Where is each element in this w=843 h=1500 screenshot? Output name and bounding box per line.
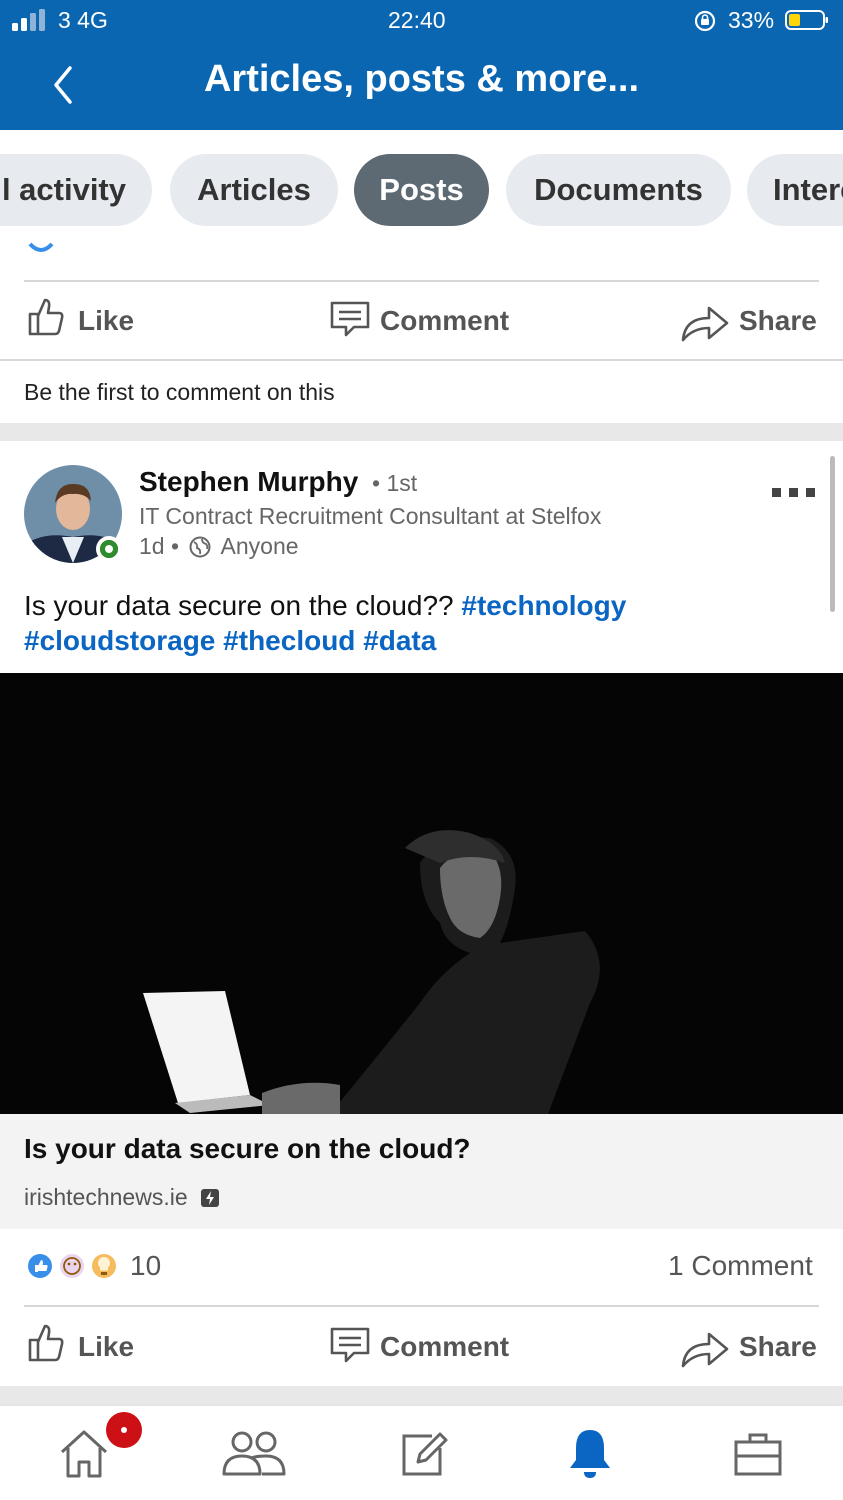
author-headline: IT Contract Recruitment Consultant at St…: [139, 503, 602, 529]
filter-tabs: All activity Articles Posts Documents In…: [0, 130, 843, 240]
like-label: Like: [78, 305, 135, 336]
connection-degree: • 1st: [372, 470, 418, 496]
post-meta: 1d • Anyone: [139, 533, 299, 560]
share-icon: [681, 1332, 729, 1368]
rotation-lock-icon: [694, 10, 716, 32]
hashtag-link[interactable]: #cloudstorage: [24, 625, 215, 656]
share-button[interactable]: Share: [680, 1318, 820, 1376]
my-network-icon[interactable]: [222, 1426, 286, 1482]
post-visibility: Anyone: [220, 533, 299, 559]
share-label: Share: [739, 1331, 817, 1362]
post-separator: [0, 1386, 843, 1404]
article-photo: [0, 673, 843, 1114]
divider: [0, 359, 843, 361]
reaction-count[interactable]: 10: [130, 1250, 161, 1282]
share-label: Share: [739, 305, 817, 336]
reaction-icon-partial: [28, 242, 54, 252]
link-domain-text: irishtechnews.ie: [24, 1184, 188, 1210]
reactions-icons[interactable]: [24, 1250, 124, 1282]
comment-count[interactable]: 1 Comment: [668, 1250, 813, 1282]
hashtag-link[interactable]: #thecloud: [223, 625, 355, 656]
thumbs-up-icon: [28, 1324, 64, 1362]
post-text: Is your data secure on the cloud?? #tech…: [24, 588, 814, 658]
tab-label: Interests: [773, 172, 843, 207]
post-age: 1d •: [139, 533, 180, 559]
more-options-icon[interactable]: [770, 486, 818, 498]
tab-interests[interactable]: Interests: [747, 154, 843, 226]
tab-documents[interactable]: Documents: [506, 154, 731, 226]
tab-posts[interactable]: Posts: [354, 154, 489, 226]
post-separator: [0, 423, 843, 441]
app-header: 3 4G 22:40 33% Articles, posts & more...: [0, 0, 843, 130]
tab-all-activity[interactable]: All activity: [0, 154, 152, 226]
like-button[interactable]: Like: [24, 292, 154, 350]
notification-badge: [106, 1412, 142, 1448]
link-title[interactable]: Is your data secure on the cloud?: [24, 1133, 471, 1165]
divider: [24, 1305, 819, 1307]
clock: 22:40: [388, 7, 446, 33]
comment-button[interactable]: Comment: [328, 292, 518, 350]
scrollbar[interactable]: [830, 456, 835, 612]
status-bar: 3 4G 22:40 33%: [0, 0, 843, 40]
comment-icon: [330, 301, 370, 337]
hashtag-link[interactable]: #technology: [461, 590, 626, 621]
online-status-indicator: [96, 536, 122, 562]
comment-label: Comment: [380, 1331, 510, 1362]
share-button[interactable]: Share: [680, 292, 820, 350]
comment-label: Comment: [380, 305, 510, 336]
tab-label: All activity: [0, 172, 126, 207]
comment-icon: [330, 1327, 370, 1363]
notifications-icon[interactable]: [562, 1426, 618, 1482]
like-label: Like: [78, 1331, 135, 1362]
tab-articles[interactable]: Articles: [170, 154, 338, 226]
amp-lightning-icon: [201, 1189, 220, 1207]
home-icon[interactable]: [56, 1426, 112, 1482]
signal-icon: [12, 9, 45, 31]
carrier-label: 3 4G: [58, 7, 108, 33]
jobs-icon[interactable]: [730, 1426, 786, 1482]
hashtag-link[interactable]: #data: [363, 625, 436, 656]
link-preview-card[interactable]: [0, 1114, 843, 1229]
article-image[interactable]: [0, 673, 843, 1114]
share-icon: [681, 306, 729, 342]
post-body: Is your data secure on the cloud??: [24, 590, 454, 621]
divider: [24, 280, 819, 282]
comment-prompt[interactable]: Be the first to comment on this: [24, 379, 335, 406]
page-title: Articles, posts & more...: [203, 58, 639, 100]
author-name[interactable]: Stephen Murphy: [139, 466, 358, 498]
battery-percent: 33%: [728, 7, 775, 33]
thumbs-up-icon: [28, 298, 64, 336]
battery-icon: [785, 10, 828, 30]
globe-icon: [189, 536, 211, 558]
like-button[interactable]: Like: [24, 1318, 154, 1376]
post-icon[interactable]: [396, 1426, 452, 1482]
link-domain: irishtechnews.ie: [24, 1184, 220, 1211]
comment-button[interactable]: Comment: [328, 1318, 518, 1376]
